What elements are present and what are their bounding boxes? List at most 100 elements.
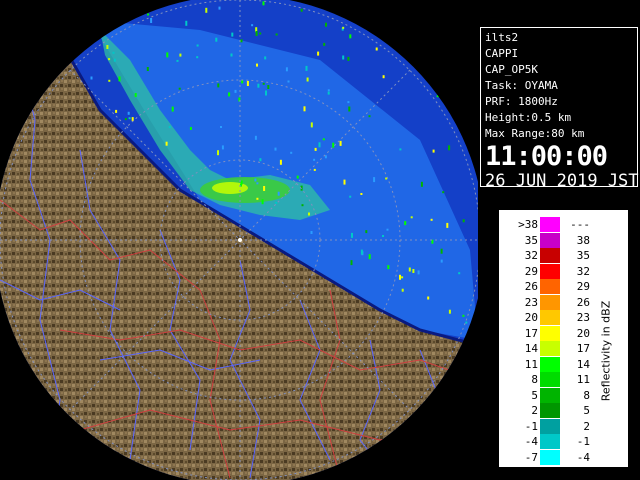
legend-lower-bound: 2 <box>531 404 538 417</box>
echo-speckle <box>339 140 342 146</box>
legend-row: 25 <box>500 403 600 418</box>
echo-speckle <box>115 109 118 113</box>
echo-speckle <box>230 53 233 57</box>
echo-speckle <box>327 89 330 92</box>
echo-speckle <box>305 65 308 71</box>
echo-speckle <box>275 201 278 204</box>
legend-lower-bound: 32 <box>524 249 538 262</box>
legend-lower-bound: 5 <box>531 388 538 402</box>
echo-speckle <box>301 204 304 207</box>
legend-upper-bound: 14 <box>576 357 590 371</box>
legend-lower-bound: 35 <box>524 233 538 247</box>
echo-speckle <box>342 55 345 60</box>
echo-speckle <box>324 155 327 159</box>
legend-row: 8 11 <box>500 372 600 387</box>
echo-speckle <box>240 180 243 185</box>
legend-upper-bound: 23 <box>576 311 590 324</box>
echo-speckle <box>196 56 199 59</box>
legend-swatch <box>540 217 560 232</box>
legend-lower-bound: 11 <box>524 357 538 371</box>
echo-speckle <box>382 75 385 79</box>
legend-row: 29 32 <box>500 263 600 279</box>
echo-speckle <box>108 79 111 82</box>
echo-speckle <box>262 1 265 6</box>
echo-speckle <box>349 195 352 198</box>
legend-swatch <box>540 418 560 434</box>
echo-speckle <box>256 197 259 200</box>
echo-speckle <box>166 52 169 58</box>
echo-speckle <box>189 127 192 130</box>
echo-speckle <box>308 212 310 216</box>
echo-speckle <box>112 51 115 54</box>
echo-speckle <box>234 89 237 93</box>
legend-lower-bound: 17 <box>524 326 538 340</box>
height-value: Height:0.5 km <box>485 111 572 124</box>
echo-speckle <box>255 31 258 36</box>
echo-speckle <box>350 260 353 266</box>
echo-speckle <box>404 221 407 226</box>
legend-row: 35 38 <box>500 232 600 248</box>
radar-map <box>0 0 478 480</box>
echo-speckle <box>465 321 468 324</box>
echo-speckle <box>128 117 131 120</box>
info-panel: ilts2 CAPPI CAP_OP5K Task: OYAMA PRF: 18… <box>480 27 639 191</box>
echo-speckle <box>240 39 243 43</box>
legend-swatch <box>540 449 560 465</box>
legend-lower-bound: 14 <box>524 342 538 355</box>
echo-speckle <box>382 235 384 237</box>
legend-row: 23 26 <box>500 294 600 310</box>
echo-speckle <box>322 138 325 141</box>
legend-row: 58 <box>500 387 600 403</box>
echo-speckle <box>306 77 309 82</box>
echo-speckle <box>124 118 127 121</box>
legend-upper-bound: 17 <box>576 342 590 355</box>
echo-speckle <box>310 231 313 234</box>
echo-speckle <box>218 6 221 10</box>
legend-lower-bound: 8 <box>531 373 538 386</box>
echo-speckle <box>440 259 443 263</box>
legend-upper-bound: 8 <box>583 388 590 402</box>
legend-row: >38 --- <box>500 217 600 232</box>
echo-speckle <box>134 93 137 97</box>
echo-speckle <box>131 117 134 122</box>
legend-upper-bound: 26 <box>576 295 590 309</box>
echo-speckle <box>365 230 368 234</box>
echo-speckle <box>375 47 378 51</box>
echo-speckle <box>317 51 320 56</box>
echo-speckle <box>165 141 168 146</box>
echo-speckle <box>228 92 231 97</box>
echo-speckle <box>432 149 435 153</box>
legend-swatch <box>540 356 560 372</box>
echo-speckle <box>254 135 257 140</box>
legend-swatch <box>540 310 560 325</box>
echo-speckle <box>412 269 415 273</box>
legend-swatch <box>540 279 560 294</box>
echo-speckle <box>215 37 218 42</box>
echo-speckle <box>220 126 222 128</box>
legend-upper-bound: 38 <box>576 233 590 247</box>
observation-date: 26 JUN 2019 JST <box>485 171 639 191</box>
echo-speckle <box>265 90 267 96</box>
echo-speckle <box>256 182 259 185</box>
echo-speckle <box>318 142 321 148</box>
echo-speckle <box>106 45 109 49</box>
echo-speckle <box>257 83 260 88</box>
legend-upper-bound: 32 <box>576 264 590 278</box>
legend-unit: Reflectivity in dBZ <box>599 300 613 402</box>
legend-row: 11 14 <box>500 356 600 372</box>
radar-site-marker <box>238 238 242 242</box>
echo-speckle <box>108 58 111 61</box>
echo-speckle <box>351 232 353 238</box>
legend-swatch <box>540 248 560 263</box>
echo-speckle <box>303 106 306 112</box>
echo-speckle <box>118 76 121 82</box>
echo-speckle <box>127 111 130 115</box>
echo-speckle <box>251 24 254 27</box>
legend-swatch <box>540 341 560 356</box>
echo-speckle <box>323 42 326 46</box>
legend-row: -4 -1 <box>500 434 600 449</box>
legend-row: -1 2 <box>500 418 600 434</box>
legend-swatch <box>540 403 560 418</box>
site-name: ilts2 <box>485 31 519 44</box>
echo-speckle <box>360 193 363 195</box>
